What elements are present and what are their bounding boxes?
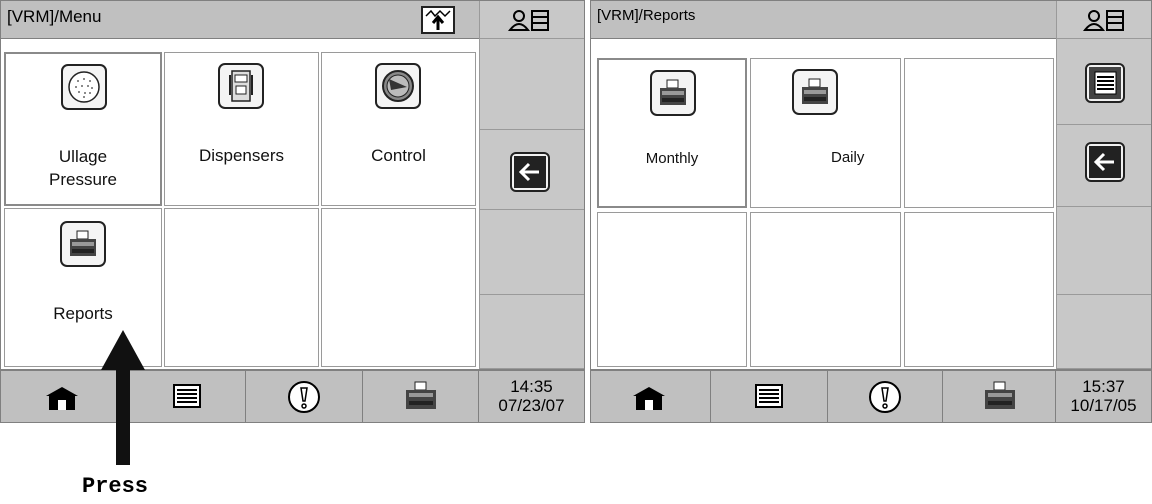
title-bar: [VRM]/Menu [1,1,479,39]
tile-monthly[interactable]: Monthly [597,58,747,208]
print-button[interactable] [363,371,479,422]
tile-empty [597,212,747,367]
tile-empty [750,212,901,367]
screen-title: [VRM]/Menu [7,7,102,26]
tile-label: Reports [53,304,113,323]
pressure-gauge-icon [61,64,107,110]
alarm-icon [866,379,904,415]
bottom-nav: 14:35 07/23/07 [1,369,584,422]
menu-list-button[interactable] [1056,39,1151,125]
arrow-left-icon [1085,142,1125,182]
tile-grid: Monthly Daily [591,39,1056,369]
side-button-blank[interactable] [479,210,584,295]
bottom-nav: 15:37 10/17/05 [591,369,1151,422]
press-arrow [97,330,149,465]
tile-label: Monthly [645,150,699,167]
screen-title: [VRM]/Reports [597,7,696,24]
alarm-button[interactable] [828,371,943,422]
clock-date: 10/17/05 [1070,396,1137,415]
person-list-button[interactable] [1056,1,1151,39]
back-button[interactable] [1056,125,1151,207]
printer-icon [60,221,106,267]
arrow-left-icon [510,152,550,192]
person-list-icon [507,8,553,34]
side-panel [1056,1,1151,369]
side-button-blank[interactable] [1056,295,1151,369]
fuel-pump-icon [218,63,264,109]
clock: 15:37 10/17/05 [1056,377,1151,415]
control-dial-icon [375,63,421,109]
tile-daily[interactable]: Daily [750,58,901,208]
tile-empty [164,208,319,367]
printer-icon [400,379,442,415]
list-icon [754,383,784,409]
tile-label: Dispensers [198,146,285,165]
tile-empty [904,212,1054,367]
tile-grid: Ullage Pressure Dispensers Control Repor… [1,39,479,369]
clock: 14:35 07/23/07 [479,377,584,415]
printer-paper-up-icon[interactable] [421,6,455,34]
side-button-blank[interactable] [479,39,584,130]
tile-dispensers[interactable]: Dispensers [164,52,319,206]
tile-empty [904,58,1054,208]
tile-empty [321,208,476,367]
side-button-blank[interactable] [479,295,584,369]
home-button[interactable] [591,371,711,422]
list-icon [172,383,202,409]
list-button[interactable] [711,371,828,422]
side-panel [479,1,584,369]
tile-label: Daily [831,149,865,166]
back-button[interactable] [479,130,584,210]
alarm-icon [285,379,323,415]
home-icon [631,385,667,411]
title-bar: [VRM]/Reports [591,1,1056,39]
tile-label: Ullage Pressure [48,147,118,189]
home-icon [44,385,80,411]
right-screen: [VRM]/Reports Monthly Daily 15:37 10/17/… [590,0,1152,423]
alarm-button[interactable] [246,371,363,422]
print-button[interactable] [943,371,1056,422]
clock-time: 15:37 [1082,377,1125,396]
press-label: Press [82,474,149,499]
person-list-icon [1082,8,1128,34]
tile-ullage-pressure[interactable]: Ullage Pressure [4,52,162,206]
tile-control[interactable]: Control [321,52,476,206]
person-list-button[interactable] [479,1,584,39]
printer-icon [792,69,838,115]
tile-label: Control [371,146,426,165]
list-icon [1085,63,1125,103]
clock-date: 07/23/07 [498,396,565,415]
side-button-blank[interactable] [1056,207,1151,295]
left-screen: [VRM]/Menu Ullage Pressure Dispensers Co… [0,0,585,423]
printer-icon [979,379,1021,415]
printer-icon [650,70,696,116]
clock-time: 14:35 [510,377,553,396]
